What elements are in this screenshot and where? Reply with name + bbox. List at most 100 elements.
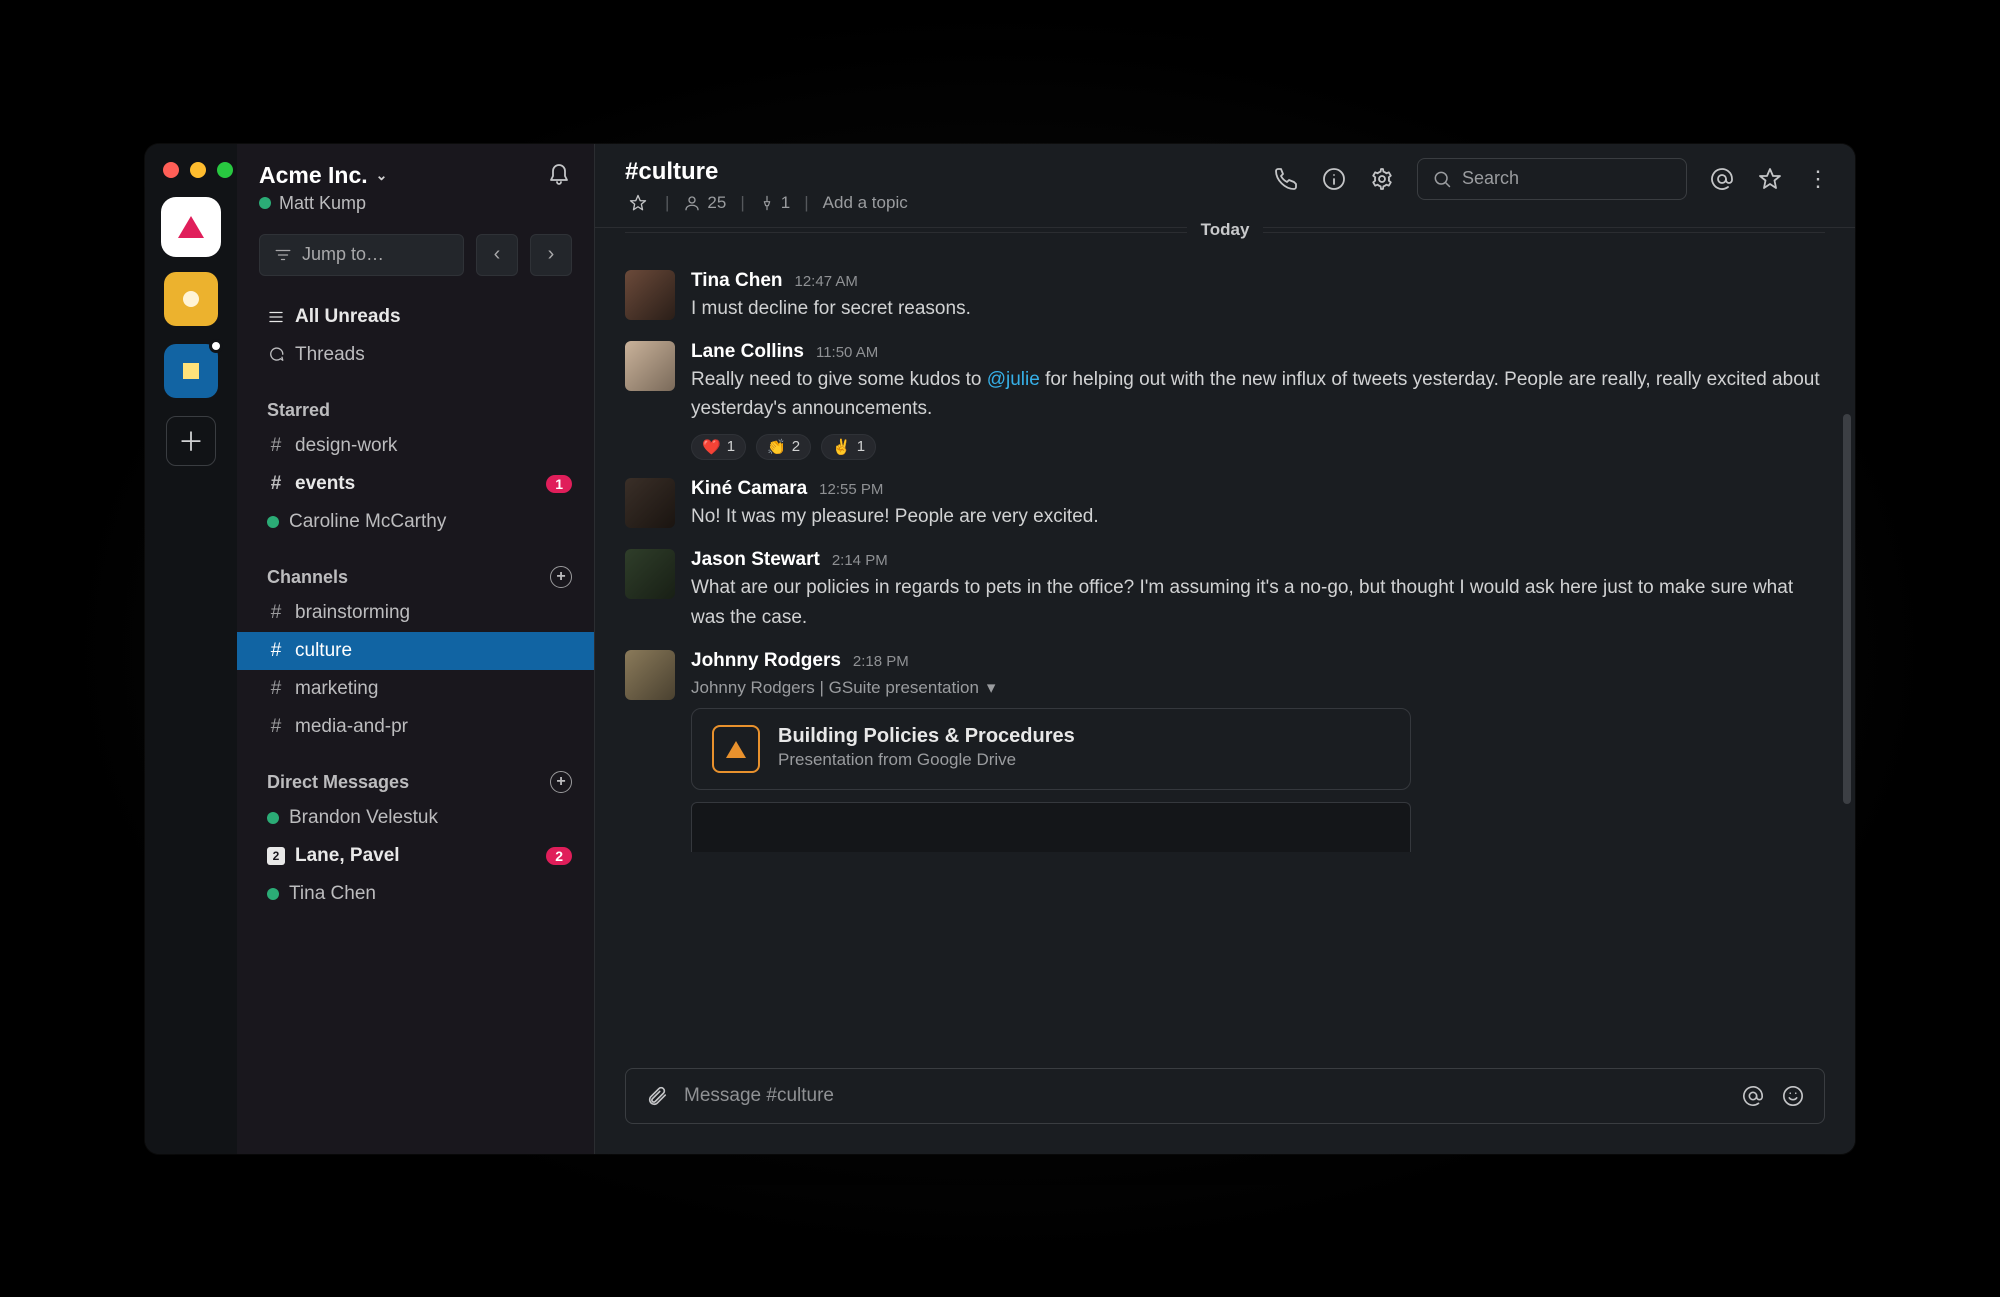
pinned-count-button[interactable]: 1 — [759, 193, 790, 213]
search-input[interactable]: Search — [1417, 158, 1687, 200]
message-timestamp[interactable]: 12:55 PM — [819, 481, 883, 498]
channel-name: brainstorming — [295, 602, 410, 624]
message[interactable]: Johnny Rodgers 2:18 PM Johnny Rodgers | … — [625, 644, 1825, 864]
sidebar-item-brainstorming[interactable]: # brainstorming — [237, 594, 594, 632]
sidebar-item-marketing[interactable]: # marketing — [237, 670, 594, 708]
emoji-picker-button[interactable] — [1780, 1083, 1806, 1109]
message-timestamp[interactable]: 2:18 PM — [853, 653, 909, 670]
member-count-button[interactable]: 25 — [683, 193, 726, 213]
attachment-context[interactable]: Johnny Rodgers | GSuite presentation ▾ — [691, 678, 1825, 698]
sidebar-item-design-work[interactable]: # design-work — [237, 427, 594, 465]
message-author[interactable]: Kiné Camara — [691, 478, 807, 500]
settings-button[interactable] — [1369, 166, 1395, 192]
avatar[interactable] — [625, 650, 675, 700]
message-author[interactable]: Lane Collins — [691, 341, 804, 363]
message[interactable]: Lane Collins 11:50 AM Really need to giv… — [625, 335, 1825, 472]
channel-name: culture — [295, 640, 352, 662]
unread-indicator-icon — [209, 339, 223, 353]
sidebar-dm-tina[interactable]: Tina Chen — [237, 875, 594, 913]
unread-badge: 2 — [546, 847, 572, 865]
reaction-button[interactable]: ❤️1 — [691, 434, 746, 460]
attach-file-button[interactable] — [644, 1083, 670, 1109]
history-forward-button[interactable]: › — [530, 234, 572, 276]
info-button[interactable] — [1321, 166, 1347, 192]
channel-title[interactable]: #culture — [625, 158, 908, 186]
dm-name: Brandon Velestuk — [289, 807, 438, 829]
chevron-down-icon: ▾ — [987, 678, 996, 698]
attachment-preview[interactable] — [691, 802, 1411, 852]
new-dm-button[interactable]: + — [550, 771, 572, 793]
message-timestamp[interactable]: 12:47 AM — [795, 273, 858, 290]
workspace-switcher-2[interactable] — [164, 272, 218, 326]
presence-active-icon — [259, 197, 271, 209]
more-actions-button[interactable]: ⋮ — [1805, 166, 1831, 192]
message-author[interactable]: Tina Chen — [691, 270, 783, 292]
message-timestamp[interactable]: 11:50 AM — [816, 344, 878, 361]
sidebar-item-culture[interactable]: # culture — [237, 632, 594, 670]
dms-heading[interactable]: Direct Messages + — [237, 762, 594, 799]
scrollbar[interactable] — [1843, 414, 1851, 804]
workspace-switcher-3[interactable] — [164, 344, 218, 398]
message-author[interactable]: Jason Stewart — [691, 549, 820, 571]
person-icon — [683, 194, 701, 212]
message[interactable]: Kiné Camara 12:55 PM No! It was my pleas… — [625, 472, 1825, 543]
current-user[interactable]: Matt Kump — [259, 193, 387, 214]
avatar[interactable] — [625, 341, 675, 391]
window-close-button[interactable] — [163, 162, 179, 178]
channel-hash-icon: # — [267, 602, 285, 624]
avatar[interactable] — [625, 478, 675, 528]
window-zoom-button[interactable] — [217, 162, 233, 178]
channels-heading[interactable]: Channels + — [237, 557, 594, 594]
notifications-button[interactable] — [546, 162, 572, 188]
current-user-name: Matt Kump — [279, 193, 366, 214]
reaction-button[interactable]: 👏2 — [756, 434, 811, 460]
add-channel-button[interactable]: + — [550, 566, 572, 588]
sidebar-dm-brandon[interactable]: Brandon Velestuk — [237, 799, 594, 837]
avatar[interactable] — [625, 549, 675, 599]
avatar[interactable] — [625, 270, 675, 320]
jump-to-input[interactable]: Jump to… — [259, 234, 464, 276]
search-placeholder: Search — [1462, 168, 1519, 189]
workspace-menu[interactable]: Acme Inc. ⌄ — [259, 162, 387, 189]
sidebar-dm-lanepavel[interactable]: 2 Lane, Pavel 2 — [237, 837, 594, 875]
date-divider: Today — [595, 219, 1855, 241]
starred-items-button[interactable] — [1757, 166, 1783, 192]
composer-placeholder: Message #culture — [684, 1085, 834, 1107]
channel-hash-icon: # — [267, 678, 285, 700]
message-list[interactable]: Tina Chen 12:47 AM I must decline for se… — [595, 228, 1855, 1068]
message-timestamp[interactable]: 2:14 PM — [832, 552, 888, 569]
add-topic-button[interactable]: Add a topic — [823, 193, 908, 213]
channel-header: #culture | 25 | 1 — [595, 144, 1855, 228]
list-icon — [267, 308, 285, 326]
attachment-title: Building Policies & Procedures — [778, 725, 1075, 748]
message[interactable]: Jason Stewart 2:14 PM What are our polic… — [625, 543, 1825, 644]
app-window: ＋ Acme Inc. ⌄ Matt Kump — [145, 144, 1855, 1154]
threads-link[interactable]: Threads — [237, 336, 594, 374]
sidebar-item-events[interactable]: # events 1 — [237, 465, 594, 503]
add-workspace-button[interactable]: ＋ — [166, 416, 216, 466]
history-back-button[interactable]: ‹ — [476, 234, 518, 276]
reaction-button[interactable]: ✌️1 — [821, 434, 876, 460]
sidebar-item-caroline[interactable]: Caroline McCarthy — [237, 503, 594, 541]
channel-pane: #culture | 25 | 1 — [595, 144, 1855, 1154]
call-button[interactable] — [1273, 166, 1299, 192]
sidebar: Acme Inc. ⌄ Matt Kump Jump to… — [237, 144, 595, 1154]
user-mention[interactable]: @julie — [987, 369, 1040, 390]
mentions-button[interactable] — [1709, 166, 1735, 192]
all-unreads-link[interactable]: All Unreads — [237, 298, 594, 336]
file-attachment[interactable]: Building Policies & Procedures Presentat… — [691, 708, 1411, 790]
channel-name: media-and-pr — [295, 716, 408, 738]
sidebar-item-media-and-pr[interactable]: # media-and-pr — [237, 708, 594, 746]
message-composer[interactable]: Message #culture — [625, 1068, 1825, 1124]
workspace-rail: ＋ — [145, 144, 237, 1154]
mention-button[interactable] — [1740, 1083, 1766, 1109]
message[interactable]: Tina Chen 12:47 AM I must decline for se… — [625, 264, 1825, 335]
workspace-switcher-1[interactable] — [164, 200, 218, 254]
window-minimize-button[interactable] — [190, 162, 206, 178]
message-author[interactable]: Johnny Rodgers — [691, 650, 841, 672]
starred-heading[interactable]: Starred — [237, 390, 594, 427]
star-channel-button[interactable] — [625, 190, 651, 216]
dm-name: Caroline McCarthy — [289, 511, 446, 533]
dm-name: Lane, Pavel — [295, 845, 400, 867]
message-text: I must decline for secret reasons. — [691, 294, 1825, 323]
